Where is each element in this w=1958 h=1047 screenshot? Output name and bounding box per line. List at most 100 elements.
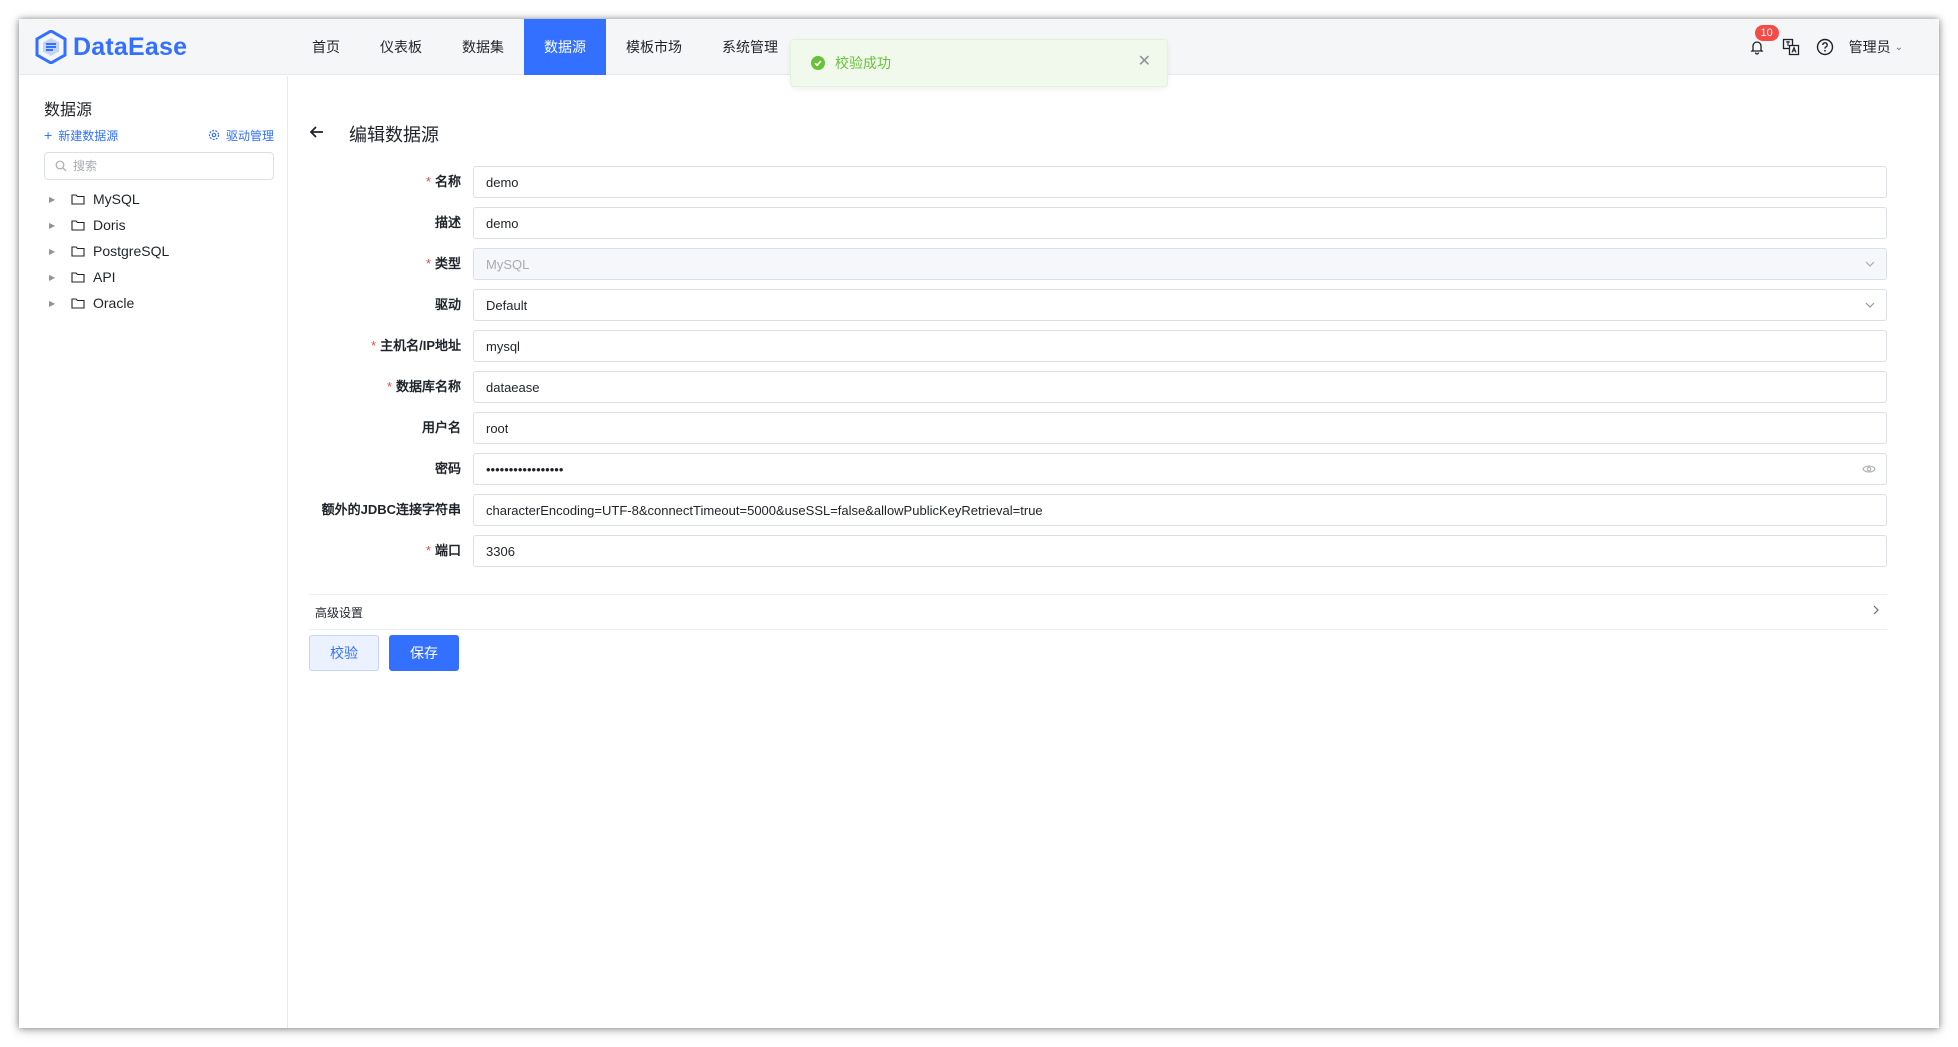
check-circle-icon (811, 56, 825, 70)
tree-node-oracle[interactable]: ▶ Oracle (44, 290, 274, 316)
form-row-name: * 名称 demo (289, 165, 1939, 199)
help-icon (1816, 38, 1833, 56)
label-text: 用户名 (421, 420, 461, 435)
user-menu[interactable]: 管理员 ⌄ (1849, 37, 1903, 57)
advanced-settings-toggle[interactable]: 高级设置 (309, 594, 1887, 630)
nav-item-dataset[interactable]: 数据集 (442, 19, 524, 75)
plus-icon: + (44, 127, 53, 143)
label-text: 主机名/IP地址 (380, 338, 461, 353)
toast-message: 校验成功 (835, 55, 891, 71)
host-input[interactable]: mysql (473, 330, 1887, 362)
nav-item-system-management[interactable]: 系统管理 (702, 19, 798, 75)
header-right-tools: 10 管理员 ⌄ (1747, 19, 1903, 75)
folder-icon (71, 244, 87, 258)
tree-node-doris[interactable]: ▶ Doris (44, 212, 274, 238)
logo-text: DataEase (73, 32, 188, 61)
translate-icon (1782, 38, 1799, 56)
form-label: * 名称 (289, 165, 461, 199)
label-text: 名称 (434, 174, 461, 189)
language-button[interactable] (1781, 37, 1801, 57)
form-row-database: * 数据库名称 dataease (289, 370, 1939, 404)
form-label: 用户名 (289, 411, 461, 445)
search-input[interactable] (73, 159, 263, 173)
folder-icon (71, 270, 87, 284)
type-select: MySQL (473, 248, 1887, 280)
input-value: root (486, 420, 509, 436)
close-icon[interactable]: ✕ (1138, 54, 1151, 70)
folder-icon (71, 192, 87, 206)
tree-node-postgresql[interactable]: ▶ PostgreSQL (44, 238, 274, 264)
tree-node-mysql[interactable]: ▶ MySQL (44, 186, 274, 212)
datasource-tree: ▶ MySQL ▶ Doris ▶ PostgreSQL ▶ API ▶ Ora… (44, 186, 274, 316)
help-button[interactable] (1815, 37, 1835, 57)
page-title: 编辑数据源 (349, 125, 439, 145)
main-nav: 首页 仪表板 数据集 数据源 模板市场 系统管理 (292, 19, 798, 75)
new-datasource-label: 新建数据源 (58, 128, 119, 143)
gear-icon (208, 129, 220, 141)
save-button[interactable]: 保存 (389, 635, 459, 671)
label-text: 描述 (434, 215, 461, 230)
database-name-input[interactable]: dataease (473, 371, 1887, 403)
caret-right-icon[interactable]: ▶ (49, 299, 59, 308)
select-value: MySQL (486, 256, 530, 272)
search-icon (55, 160, 67, 172)
chevron-down-icon (1864, 258, 1876, 273)
username-input[interactable]: root (473, 412, 1887, 444)
form-row-username: 用户名 root (289, 411, 1939, 445)
back-arrow-icon[interactable] (309, 124, 325, 145)
main-content: 编辑数据源 * 名称 demo 描述 demo * 类型 MySQL 驱动 De… (289, 76, 1939, 1028)
input-value: mysql (486, 338, 520, 354)
tree-node-label: MySQL (93, 191, 140, 207)
nav-item-dashboard[interactable]: 仪表板 (360, 19, 442, 75)
caret-right-icon[interactable]: ▶ (49, 273, 59, 282)
caret-right-icon[interactable]: ▶ (49, 247, 59, 256)
validate-button[interactable]: 校验 (309, 635, 379, 671)
jdbc-string-input[interactable]: characterEncoding=UTF-8&connectTimeout=5… (473, 494, 1887, 526)
tree-node-label: PostgreSQL (93, 243, 170, 259)
notification-button[interactable]: 10 (1747, 25, 1779, 57)
input-value: dataease (486, 379, 540, 395)
form-row-jdbc: 额外的JDBC连接字符串 characterEncoding=UTF-8&con… (289, 493, 1939, 527)
port-input[interactable]: 3306 (473, 535, 1887, 567)
tree-node-label: Doris (93, 217, 126, 233)
name-input[interactable]: demo (473, 166, 1887, 198)
form-row-password: 密码 ••••••••••••••••• (289, 452, 1939, 486)
dataease-logo-icon (35, 30, 67, 64)
label-text: 密码 (434, 461, 461, 476)
description-input[interactable]: demo (473, 207, 1887, 239)
success-toast: 校验成功 ✕ (790, 39, 1168, 87)
app-logo[interactable]: DataEase (35, 29, 187, 65)
label-text: 数据库名称 (395, 379, 461, 394)
nav-item-home[interactable]: 首页 (292, 19, 360, 75)
password-input[interactable]: ••••••••••••••••• (473, 453, 1887, 485)
driver-select[interactable]: Default (473, 289, 1887, 321)
new-datasource-button[interactable]: + 新建数据源 (44, 127, 118, 144)
required-asterisk: * (425, 543, 431, 558)
tree-node-label: API (93, 269, 116, 285)
chevron-down-icon: ⌄ (1894, 41, 1903, 53)
tree-node-api[interactable]: ▶ API (44, 264, 274, 290)
form-label: 描述 (289, 206, 461, 240)
input-value: 3306 (486, 543, 515, 559)
chevron-down-icon (1864, 299, 1876, 314)
form-row-host: * 主机名/IP地址 mysql (289, 329, 1939, 363)
nav-item-datasource[interactable]: 数据源 (524, 19, 606, 75)
label-text: 端口 (434, 543, 461, 558)
required-asterisk: * (371, 338, 377, 353)
caret-right-icon[interactable]: ▶ (49, 195, 59, 204)
driver-management-button[interactable]: 驱动管理 (208, 127, 274, 144)
form-label: * 类型 (289, 247, 461, 281)
sidebar-search (44, 152, 274, 180)
label-text: 额外的JDBC连接字符串 (321, 502, 461, 517)
form-label: 额外的JDBC连接字符串 (289, 493, 461, 527)
eye-icon[interactable] (1862, 463, 1876, 478)
sidebar-actions: + 新建数据源 驱动管理 (44, 125, 274, 145)
label-text: 驱动 (434, 297, 461, 312)
nav-item-template-market[interactable]: 模板市场 (606, 19, 702, 75)
chevron-right-icon (1871, 603, 1881, 621)
form-row-type: * 类型 MySQL (289, 247, 1939, 281)
caret-right-icon[interactable]: ▶ (49, 221, 59, 230)
required-asterisk: * (425, 256, 431, 271)
form-label: 密码 (289, 452, 461, 486)
tree-node-label: Oracle (93, 295, 135, 311)
